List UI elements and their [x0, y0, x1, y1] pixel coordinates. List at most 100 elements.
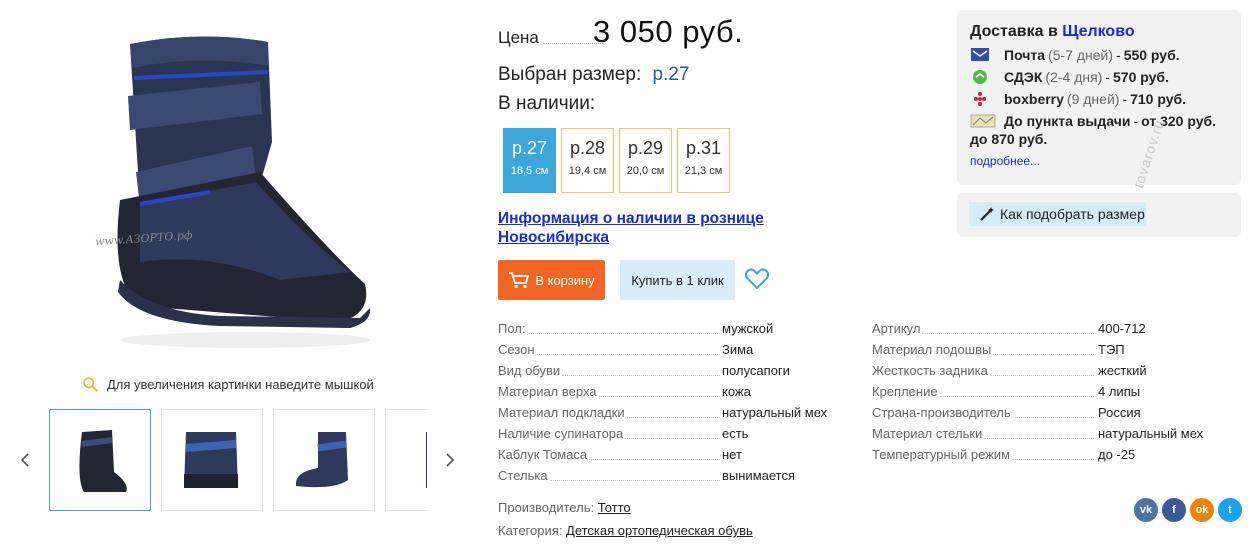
category-link[interactable]: Детская ортопедическая обувь [566, 523, 753, 538]
delivery-option-pickup: До пункта выдачи - от 320 руб. [970, 113, 1228, 129]
spec-row: Пол: мужской [498, 320, 838, 341]
spec-row: Вид обуви полусапоги [498, 362, 838, 383]
chosen-size: Выбран размер: р.27 [498, 64, 690, 86]
spec-key: Вид обуви [498, 363, 563, 378]
manufacturer-link[interactable]: Тотто [598, 500, 631, 515]
delivery-city-link[interactable]: Щелково [1062, 23, 1134, 40]
category-label: Категория: [498, 523, 563, 538]
spec-row: Материал подкладки натуральный мех [498, 404, 838, 425]
map-icon [970, 114, 996, 128]
spec-row: Стелька вынимается [498, 467, 838, 488]
size-option-29[interactable]: р.29 20,0 см [619, 128, 672, 193]
thumbnail-1[interactable] [49, 409, 151, 511]
thumbnail-3[interactable] [273, 409, 375, 511]
spec-dots [537, 354, 720, 355]
spec-row: Температурный режим до -25 [872, 446, 1212, 467]
spec-key: Наличие супинатора [498, 426, 626, 441]
spec-row: Материал стельки натуральный мех [872, 425, 1212, 446]
spec-row: Страна-производитель Россия [872, 404, 1212, 425]
spec-row: Сезон Зима [498, 341, 838, 362]
delivery-option-cdek: СДЭК (2-4 дня) - 570 руб. [970, 69, 1228, 85]
chosen-size-value: р.27 [652, 64, 690, 85]
spec-value: Зима [720, 342, 754, 357]
delivery-price: 710 руб. [1130, 91, 1187, 107]
spec-value: ТЭП [1096, 342, 1125, 357]
thumbnails-prev-button[interactable] [16, 448, 34, 472]
post-icon [971, 48, 989, 61]
thumbnails-next-button[interactable] [441, 448, 459, 472]
spec-dots [627, 417, 720, 418]
spec-dots [589, 459, 720, 460]
vk-icon[interactable]: vk [1134, 498, 1158, 522]
delivery-price: 570 руб. [1113, 69, 1169, 85]
spec-row: Каблук Томаса нет [498, 446, 838, 467]
spec-dots [528, 333, 720, 334]
add-to-cart-label: В корзину [535, 272, 595, 288]
category: Категория: Детская ортопедическая обувь [498, 523, 768, 538]
buy-one-click-button[interactable]: Купить в 1 клик [620, 260, 735, 300]
manufacturer-label: Производитель: [498, 500, 595, 515]
spec-value: натуральный мех [720, 405, 828, 420]
delivery-option-boxberry: boxberry (9 дней) - 710 руб. [970, 91, 1228, 107]
spec-dots [1013, 417, 1094, 418]
pickup-name: До пункта выдачи [1004, 113, 1131, 129]
size-number: р.31 [685, 138, 722, 158]
specs-left: Пол: мужской Сезон Зима Вид обуви полусапог… [498, 320, 838, 488]
spec-row: Материал верха кожа [498, 383, 838, 404]
spec-dots [599, 396, 720, 397]
price-value: 3 050 руб. [593, 14, 744, 49]
magnifier-icon [83, 377, 99, 393]
delivery-name: СДЭК [1004, 69, 1043, 85]
spec-key: Жесткость задника [872, 363, 990, 378]
spec-dots [625, 438, 720, 439]
spec-key: Артикул [872, 321, 923, 336]
pickup-price-max: до 870 руб. [970, 131, 1048, 147]
spec-dots [550, 480, 720, 481]
chosen-size-label: Выбран размер: [498, 64, 642, 85]
spec-row: Наличие супинатора есть [498, 425, 838, 446]
cart-icon [509, 272, 530, 289]
facebook-icon[interactable]: f [1162, 498, 1186, 522]
thumbnail-4[interactable] [385, 409, 427, 511]
size-option-31[interactable]: р.31 21,3 см [677, 128, 730, 193]
delivery-name: boxberry [1004, 91, 1064, 107]
size-help-panel: Как подобрать размер [957, 193, 1241, 237]
heart-icon[interactable] [744, 267, 770, 291]
delivery-option-post: Почта (5-7 дней) - 550 руб. [970, 47, 1228, 63]
add-to-cart-button[interactable]: В корзину [498, 260, 605, 300]
price-label: Цена [498, 28, 539, 47]
spec-value: 4 липы [1096, 384, 1141, 399]
magic-wand-icon [980, 207, 994, 221]
size-guide-button[interactable]: Как подобрать размер [969, 202, 1146, 226]
spec-key: Материал верха [498, 384, 599, 399]
product-main-image[interactable] [80, 22, 380, 362]
size-selector: р.27 18,5 см р.28 19,4 см р.29 20,0 см р… [503, 128, 730, 193]
delivery-term: (2-4 дня) [1045, 69, 1103, 85]
size-length: 18,5 см [510, 165, 549, 177]
spec-value: мужской [720, 321, 774, 336]
spec-dots [562, 375, 720, 376]
odnoklassniki-icon[interactable]: ok [1190, 498, 1214, 522]
size-option-28[interactable]: р.28 19,4 см [561, 128, 614, 193]
cdek-icon [973, 70, 987, 84]
delivery-more-link[interactable]: подробнее... [970, 154, 1228, 168]
size-length: 20,0 см [626, 165, 665, 177]
size-option-27[interactable]: р.27 18,5 см [503, 128, 556, 193]
spec-key: Материал подошвы [872, 342, 994, 357]
spec-key: Материал стельки [872, 426, 985, 441]
delivery-title: Доставка в Щелково [970, 23, 1228, 41]
spec-key: Материал подкладки [498, 405, 627, 420]
twitter-icon[interactable]: t [1218, 498, 1242, 522]
spec-key: Каблук Томаса [498, 447, 590, 462]
spec-row: Крепление 4 липы [872, 383, 1212, 404]
price-row: Цена 3 050 руб. [498, 14, 758, 54]
spec-value: жесткий [1096, 363, 1147, 378]
spec-dots [984, 438, 1094, 439]
delivery-name: Почта [1004, 47, 1046, 63]
share-buttons: vk f ok t [1134, 498, 1242, 522]
spec-value: натуральный мех [1096, 426, 1204, 441]
spec-value: вынимается [720, 468, 796, 483]
thumbnail-2[interactable] [161, 409, 263, 511]
retail-availability-link[interactable]: Информация о наличии в рознице Новосибир… [498, 209, 798, 247]
spec-value: полусапоги [720, 363, 790, 378]
